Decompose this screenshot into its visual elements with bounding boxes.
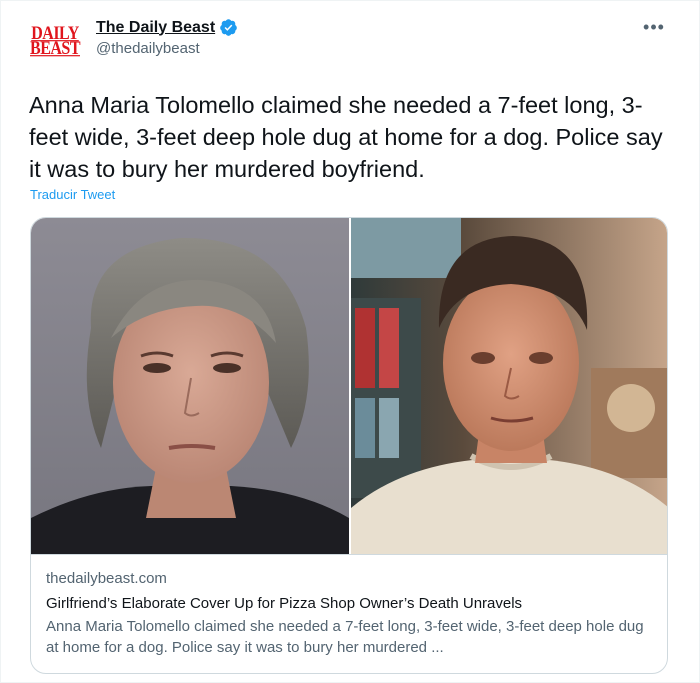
- card-title[interactable]: Girlfriend’s Elaborate Cover Up for Pizz…: [46, 593, 654, 614]
- card-images[interactable]: [31, 218, 667, 554]
- author-block: The Daily Beast @thedailybeast: [96, 18, 238, 57]
- more-horizontal-icon[interactable]: •••: [637, 15, 671, 39]
- card-description: Anna Maria Tolomello claimed she needed …: [46, 618, 644, 656]
- verified-badge-icon: [220, 19, 237, 36]
- name-row: The Daily Beast: [96, 18, 238, 37]
- translate-tweet-link[interactable]: Traducir Tweet: [30, 187, 115, 202]
- display-name[interactable]: The Daily Beast: [96, 19, 215, 37]
- tweet-text: Anna Maria Tolomello claimed she needed …: [29, 92, 663, 182]
- card-meta[interactable]: thedailybeast.com Girlfriend’s Elaborate…: [31, 554, 667, 673]
- tweet[interactable]: DAILY BEAST The Daily Beast @thedailybea…: [0, 0, 700, 683]
- logo-text-beast: BEAST: [30, 38, 80, 59]
- card-image-woman-mugshot: [31, 218, 349, 554]
- handle[interactable]: @thedailybeast: [96, 40, 238, 57]
- man-photo: [351, 218, 667, 554]
- card-domain: thedailybeast.com: [46, 570, 167, 587]
- card-image-man-photo: [351, 218, 667, 554]
- woman-photo: [31, 218, 349, 554]
- link-card[interactable]: thedailybeast.com Girlfriend’s Elaborate…: [30, 217, 668, 674]
- avatar[interactable]: DAILY BEAST: [30, 17, 80, 65]
